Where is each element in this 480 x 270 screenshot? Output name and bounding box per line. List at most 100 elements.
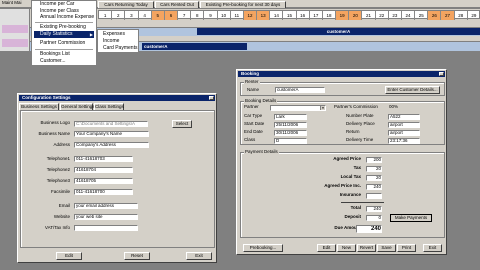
day-number-cell: 9 — [204, 11, 218, 20]
label-address: Address — [53, 142, 70, 147]
config-reset-button[interactable]: Reset — [124, 252, 150, 260]
submenu-expenses[interactable]: Expenses — [100, 31, 136, 38]
config-edit-button[interactable]: Edit — [56, 252, 82, 260]
day-number-cell: 28 — [455, 11, 468, 20]
facsimile-field[interactable]: 011-41618700 — [74, 189, 133, 195]
menu-income-per-car[interactable]: Income per Car — [34, 1, 94, 8]
class-select[interactable]: D — [274, 138, 307, 144]
label-vat-tax-info: VAT/Tax Info — [44, 225, 70, 230]
partner-select[interactable]: ▼ — [270, 105, 326, 111]
start-date-field[interactable]: 25/11/2006 — [274, 122, 307, 128]
day-number-cell: 16 — [297, 11, 310, 20]
config-title-bar: Configuration Settings — [19, 95, 215, 101]
label-deposit: Deposit — [344, 214, 361, 219]
payment-details-group: Payment Details Agreed Price 200 Tax 20 … — [240, 149, 445, 238]
enter-customer-details-button[interactable]: Enter Customer Details... — [385, 86, 440, 94]
address-field[interactable]: Company's Address — [74, 142, 149, 148]
booking-bar-1[interactable]: customerA — [197, 28, 480, 35]
car-type-select[interactable]: Lark — [274, 114, 307, 120]
agreed-price-inc-field[interactable]: 240 — [366, 184, 382, 190]
menu-separator — [35, 49, 93, 50]
close-icon[interactable] — [209, 96, 214, 100]
booking-bar-2[interactable]: customerA — [142, 43, 247, 50]
delivery-time-field[interactable]: 23:17:36 — [388, 138, 420, 144]
day-number-cell: 3 — [125, 11, 139, 20]
total-field[interactable]: 240 — [366, 206, 382, 212]
telephone2-field[interactable]: 41618704 — [74, 167, 133, 173]
label-facsimile: Facsimile — [50, 189, 70, 194]
booking-edit-button[interactable]: Edit — [317, 244, 336, 252]
menu-partner-commission[interactable]: Partner Commission — [34, 40, 94, 47]
make-payments-button[interactable]: Make Payments — [390, 214, 432, 222]
business-logo-field[interactable]: C:\Documents and Settings\A — [74, 121, 148, 127]
local-tax-field[interactable]: 20 — [366, 175, 382, 181]
label-business-logo: Business Logo — [40, 120, 70, 125]
booking-revert-button[interactable]: Revert — [357, 244, 376, 252]
day-number-cell: 6 — [164, 11, 179, 20]
day-number-cell: 8 — [191, 11, 205, 20]
menu-annual-income-expense[interactable]: Annual Income Expense — [34, 14, 94, 21]
close-icon[interactable] — [439, 72, 444, 76]
tab-business-settings[interactable]: Business Settings — [19, 103, 59, 110]
agreed-price-field[interactable]: 200 — [366, 157, 382, 163]
website-field[interactable]: your web site — [74, 214, 138, 220]
label-end-date: End Date — [244, 129, 263, 134]
row-color-2 — [2, 39, 28, 47]
vat-tax-field[interactable] — [74, 225, 138, 231]
label-local-tax: Local Tax — [340, 174, 361, 179]
business-name-field[interactable]: Your Company's Name — [74, 131, 149, 137]
tax-field[interactable]: 20 — [366, 166, 382, 172]
label-insurance: Insurance — [339, 192, 361, 197]
menu-daily-statistics[interactable]: Daily Statistics — [34, 31, 94, 38]
menu-customer[interactable]: Customer... — [34, 58, 94, 65]
booking-title-bar: Booking — [238, 71, 445, 77]
tab-cars-returning[interactable]: Cars Returning Today — [98, 1, 154, 8]
label-total: Total — [350, 205, 361, 210]
label-return: Return — [346, 129, 360, 134]
menu-existing-prebooking[interactable]: Existing Pre-booking — [34, 24, 94, 31]
label-delivery-place: Delivery Place — [346, 121, 375, 126]
tab-general-settings[interactable]: General Settings — [60, 103, 95, 110]
submenu-card-payments[interactable]: Card Payments — [100, 45, 137, 52]
day-number-cell: 29 — [468, 11, 480, 20]
day-number-cell: 1 — [99, 11, 113, 20]
telephone3-field[interactable]: 41618705 — [74, 178, 133, 184]
prebooking-button[interactable]: Prebooking... — [243, 244, 283, 252]
tab-cars-rented[interactable]: Cars Rented Out — [155, 1, 199, 8]
label-telephone3: Telephone3 — [46, 178, 70, 183]
booking-new-button[interactable]: New — [337, 244, 356, 252]
return-place-select[interactable]: airport — [388, 130, 420, 136]
config-exit-button[interactable]: Exit — [186, 252, 212, 260]
submenu-income[interactable]: Income — [100, 38, 136, 45]
menu-bookings-list[interactable]: Bookings List — [34, 51, 94, 58]
tab-class-settings[interactable]: Class Settings — [94, 103, 124, 110]
booking-window: Booking Renter Name customerA Enter Cust… — [236, 69, 447, 255]
insurance-field[interactable] — [366, 193, 382, 199]
number-plate-select[interactable]: A522 — [388, 114, 420, 120]
select-logo-button[interactable]: Select — [172, 120, 192, 128]
submenu-arrow-icon: ▶ — [89, 32, 93, 37]
daily-statistics-submenu: Expenses Income Card Payments — [97, 29, 139, 53]
label-number-plate: Number Plate — [346, 113, 374, 118]
tab-prebooking[interactable]: Existing Pre-booking for next 30 days — [200, 1, 286, 8]
telephone1-field[interactable]: 011-41618703 — [74, 156, 133, 162]
booking-details-group: Booking Details Partner ▼ Partner's Comm… — [240, 98, 445, 145]
renter-group-label: Renter — [244, 79, 260, 85]
calendar-tabs: Cars Returning Today Cars Rented Out Exi… — [98, 0, 480, 8]
booking-exit-button[interactable]: Exit — [423, 244, 442, 252]
renter-group: Renter Name customerA Enter Customer Det… — [240, 79, 445, 96]
label-class: Class — [244, 137, 256, 142]
deposit-field[interactable]: 0 — [366, 215, 382, 221]
end-date-field[interactable]: 30/11/2006 — [274, 130, 307, 136]
label-agreed-price-inc: Agreed Price Inc. — [324, 183, 361, 188]
delivery-place-select[interactable]: airport — [388, 122, 420, 128]
due-amount-field[interactable]: 240 — [356, 225, 382, 233]
booking-save-button[interactable]: Save — [377, 244, 396, 252]
label-name: Name — [247, 87, 260, 92]
day-number-cell: 13 — [257, 11, 271, 20]
menu-label[interactable]: Maint Mai — [2, 0, 22, 6]
calendar-left-column — [0, 9, 30, 51]
email-field[interactable]: your email address — [74, 203, 138, 209]
renter-name-field[interactable]: customerA — [275, 87, 325, 93]
booking-print-button[interactable]: Print — [397, 244, 416, 252]
